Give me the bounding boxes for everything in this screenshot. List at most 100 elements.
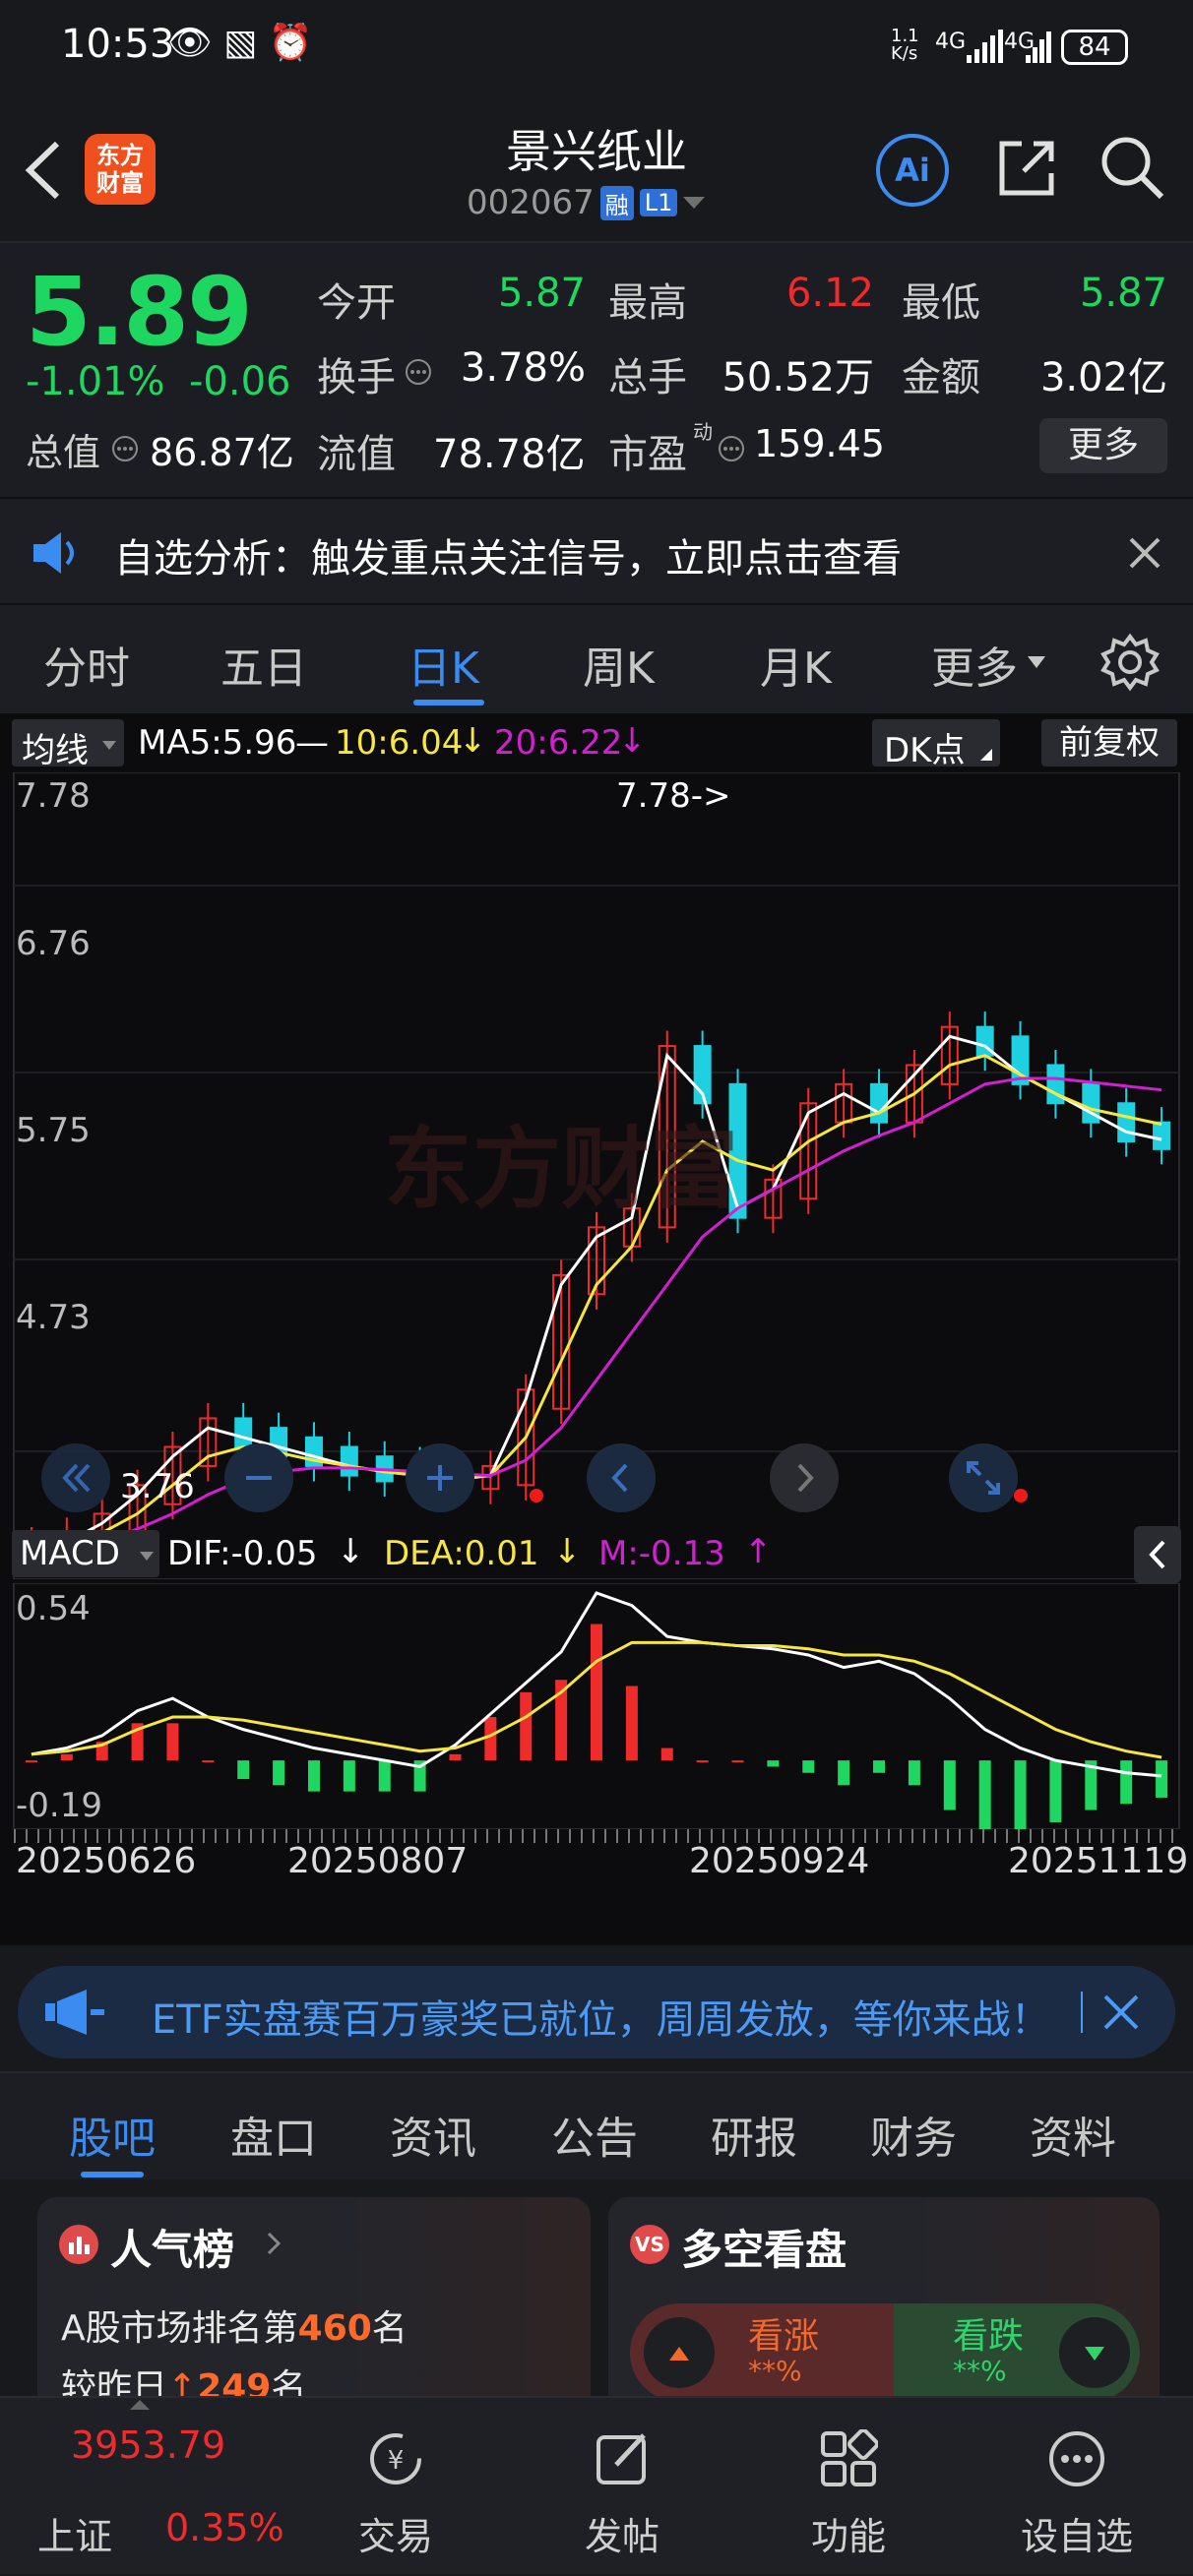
date-label-1: 20250626 — [16, 1841, 197, 1881]
more-button[interactable]: 更多 — [1039, 418, 1167, 473]
signal-1-icon — [967, 30, 1003, 63]
svg-text:¥: ¥ — [388, 2446, 405, 2476]
macd-bar — [767, 1760, 780, 1767]
macd-bar — [166, 1723, 179, 1761]
nav-post[interactable]: 发帖 — [543, 2398, 701, 2576]
rank-prefix: A股市场排名第 — [61, 2308, 298, 2349]
date-label-3: 20250924 — [689, 1841, 870, 1881]
max-annotation: 7.78-> — [616, 776, 731, 816]
speaker-icon — [33, 532, 74, 574]
macd-selector[interactable]: MACD — [12, 1530, 159, 1577]
scroll-left-far-button[interactable] — [41, 1443, 110, 1512]
turnover-label: 换手 — [317, 355, 396, 400]
volume-value: 50.52万 — [722, 355, 874, 400]
mktcap-label: 总值 — [26, 431, 101, 474]
promo-banner[interactable]: ETF实盘赛百万豪奖已就位，周周发放，等你来战！ — [18, 1966, 1175, 2058]
rank-suffix: 名 — [371, 2308, 408, 2349]
tab-daily-k[interactable]: 日K — [408, 633, 479, 696]
up-arrow-icon: ↑ — [744, 1532, 773, 1571]
macd-bar — [908, 1760, 920, 1786]
macd-y-bottom: -0.19 — [16, 1786, 102, 1825]
stock-code-row[interactable]: 002067 融 L1 — [467, 183, 706, 222]
candle-body — [1153, 1121, 1171, 1150]
collapse-panel-button[interactable] — [1134, 1526, 1181, 1583]
search-icon[interactable] — [1099, 134, 1165, 201]
tab-profile[interactable]: 资料 — [1030, 2103, 1116, 2166]
nav-functions-label: 功能 — [810, 2515, 886, 2558]
tab-forum[interactable]: 股吧 — [69, 2103, 156, 2166]
close-icon[interactable] — [1102, 1993, 1140, 2031]
low-label: 最低 — [902, 280, 980, 326]
signal-2-icon — [1026, 31, 1051, 63]
nav-functions[interactable]: 功能 — [770, 2398, 927, 2576]
ma5-dash: — — [295, 723, 329, 763]
zoom-out-button[interactable] — [224, 1443, 293, 1512]
adjust-button[interactable]: 前复权 — [1041, 719, 1177, 767]
tab-weekly-k[interactable]: 周K — [583, 633, 655, 696]
gear-icon[interactable] — [1100, 633, 1160, 692]
down-arrow-icon: ↓ — [618, 721, 647, 761]
info-icon[interactable] — [404, 357, 433, 387]
ma20-legend: 20:6.22 — [494, 723, 623, 763]
index-ticker[interactable]: 3953.79 上证 0.35% — [0, 2398, 295, 2576]
float-label: 流值 — [317, 432, 396, 477]
scroll-left-button[interactable] — [587, 1443, 656, 1512]
bear-button[interactable]: 看跌 **% — [894, 2303, 1140, 2402]
indicator-selector[interactable]: 均线 — [12, 719, 124, 770]
macd-bar — [591, 1624, 602, 1761]
nav-trade[interactable]: ¥ 交易 — [317, 2398, 474, 2576]
tab-research[interactable]: 研报 — [711, 2103, 797, 2166]
tab-intraday[interactable]: 分时 — [43, 633, 130, 696]
status-icons: 👁 ▧ ⏰ — [167, 23, 313, 63]
bear-arrow — [1059, 2317, 1130, 2388]
watermark-text: 东方财富 — [384, 1118, 738, 1221]
level-badge: L1 — [639, 189, 678, 216]
macd-bar — [343, 1760, 355, 1792]
ai-button[interactable]: Ai — [876, 134, 949, 207]
chevron-down-icon — [1028, 656, 1045, 668]
zoom-in-button[interactable] — [406, 1443, 474, 1512]
macd-bar — [484, 1717, 497, 1761]
tab-orderbook[interactable]: 盘口 — [230, 2103, 317, 2166]
macd-chart[interactable] — [0, 1583, 1193, 1829]
tab-finance[interactable]: 财务 — [870, 2103, 957, 2166]
info-icon[interactable] — [717, 434, 746, 463]
dk-label: DK点 — [884, 731, 966, 770]
low-value: 5.87 — [1079, 271, 1167, 316]
dea-legend: DEA:0.01 — [384, 1534, 539, 1573]
y-label-top: 7.78 — [16, 776, 91, 816]
candle-body — [340, 1445, 358, 1477]
pe-value: 159.45 — [754, 422, 885, 465]
grid-icon — [821, 2429, 878, 2486]
chart-area[interactable]: 均线 MA5:5.96 — 10:6.04 ↓ 20:6.22 ↓ DK点 前复… — [0, 713, 1193, 1945]
trade-icon: ¥ — [370, 2433, 421, 2484]
triangle-down-icon — [1085, 2347, 1104, 2361]
date-label-2: 20250807 — [287, 1841, 469, 1881]
info-icon[interactable] — [110, 434, 140, 463]
pe-sup: 动 — [693, 420, 713, 444]
nav-watchlist[interactable]: 设自选 — [998, 2398, 1156, 2576]
tab-monthly-k[interactable]: 月K — [760, 633, 832, 696]
share-icon[interactable] — [994, 136, 1059, 201]
popularity-title: 人气榜 — [110, 2226, 235, 2274]
bear-pct: **% — [953, 2355, 1007, 2387]
double-chevron-left-icon — [62, 1463, 91, 1493]
tab-news[interactable]: 资讯 — [390, 2103, 476, 2166]
macd-label: MACD — [20, 1534, 120, 1573]
minus-icon — [246, 1476, 272, 1480]
y-label-2: 6.76 — [16, 924, 91, 963]
tab-more[interactable]: 更多 — [931, 633, 1018, 696]
macd-bar — [1049, 1760, 1062, 1823]
scroll-right-button[interactable] — [770, 1443, 839, 1512]
dk-button[interactable]: DK点 — [872, 719, 1000, 770]
tab-five-day[interactable]: 五日 — [220, 633, 307, 696]
tab-announcements[interactable]: 公告 — [551, 2103, 638, 2166]
notice-bar[interactable]: 自选分析：触发重点关注信号，立即点击查看 — [0, 497, 1193, 605]
net-speed: 1.1 K/s — [891, 26, 919, 64]
fullscreen-button[interactable] — [949, 1443, 1018, 1512]
close-icon[interactable] — [1128, 536, 1162, 570]
macd-bar — [1156, 1760, 1168, 1798]
rong-badge: 融 — [599, 185, 634, 220]
cards-row: 人气榜 A股市场排名第460名 较昨日↑249名 VS 多空看盘 看涨 **% … — [0, 2179, 1193, 2433]
bull-button[interactable]: 看涨 **% — [630, 2303, 906, 2402]
